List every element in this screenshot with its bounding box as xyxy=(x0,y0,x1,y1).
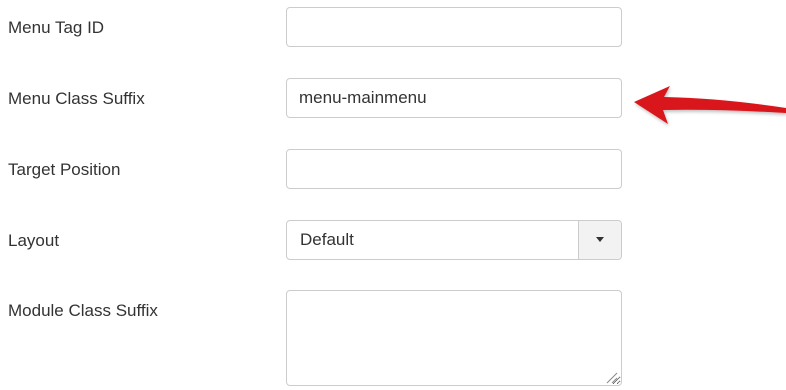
menu-class-suffix-input[interactable] xyxy=(286,78,622,118)
module-class-suffix-textarea[interactable] xyxy=(286,290,622,386)
target-position-label: Target Position xyxy=(8,160,121,179)
module-class-suffix-label: Module Class Suffix xyxy=(8,301,158,320)
red-pointer-arrow-icon xyxy=(634,86,786,124)
layout-selected-value: Default xyxy=(300,230,354,249)
module-options-form: Menu Tag ID Menu Class Suffix Target Pos… xyxy=(0,0,786,390)
target-position-input[interactable] xyxy=(286,149,622,189)
menu-tag-id-input[interactable] xyxy=(286,7,622,47)
resize-grip-icon[interactable] xyxy=(604,370,618,384)
menu-tag-id-label: Menu Tag ID xyxy=(8,18,105,37)
layout-select[interactable]: Default xyxy=(286,220,622,260)
chevron-down-icon[interactable] xyxy=(578,221,621,259)
menu-class-suffix-label: Menu Class Suffix xyxy=(8,89,145,108)
layout-label: Layout xyxy=(8,231,60,250)
